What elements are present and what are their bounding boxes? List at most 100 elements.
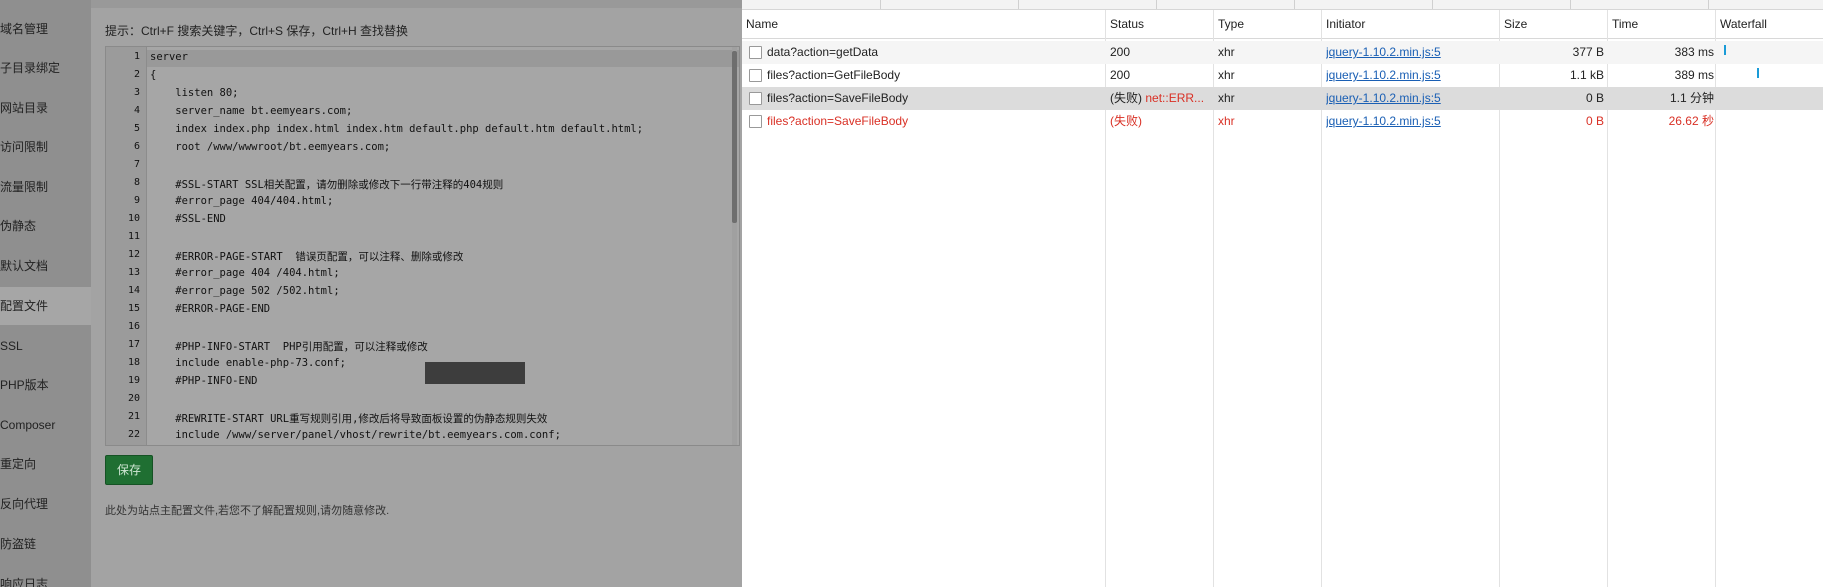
request-type: xhr [1218,91,1235,105]
line-number: 11 [127,231,140,242]
waterfall-bar [1724,45,1726,55]
sidebar-item-domain[interactable]: 域名管理 [0,10,91,48]
row-checkbox[interactable] [749,92,762,105]
sidebar-item-redirect[interactable]: 重定向 [0,445,91,483]
line-number: 21 [127,411,140,422]
request-size: 0 B [1585,114,1604,128]
request-time: 26.62 秒 [1668,114,1714,128]
request-row[interactable]: files?action=SaveFileBody (失败) net::ERR.… [742,87,1823,110]
request-type: xhr [1218,45,1235,59]
sidebar-item-default-doc[interactable]: 默认文档 [0,247,91,285]
sidebar-item-logs[interactable]: 响应日志 [0,565,91,587]
row-checkbox[interactable] [749,115,762,128]
request-size: 0 B [1585,91,1604,105]
code-line[interactable]: include enable-php-73.conf; [150,357,346,369]
line-number: 22 [127,429,140,440]
request-size: 377 B [1572,45,1604,59]
row-checkbox[interactable] [749,46,762,59]
settings-sidebar: 域名管理 子目录绑定 网站目录 访问限制 流量限制 伪静态 默认文档 配置文件 … [0,0,91,587]
column-initiator[interactable]: Initiator [1322,10,1500,38]
editor-scrollbar-thumb[interactable] [732,51,737,223]
code-line[interactable]: { [150,69,156,81]
line-number: 17 [127,339,140,350]
request-row[interactable]: data?action=getData 200 xhr jquery-1.10.… [742,41,1823,64]
site-settings-panel: 域名管理 子目录绑定 网站目录 访问限制 流量限制 伪静态 默认文档 配置文件 … [0,0,742,587]
line-number: 20 [127,393,140,404]
code-line[interactable]: #error_page 404 /404.html; [150,267,339,279]
line-number: 5 [133,123,140,134]
code-line[interactable]: server_name bt.eemyears.com; [150,105,352,117]
request-initiator[interactable]: jquery-1.10.2.min.js:5 [1326,87,1496,110]
save-button[interactable]: 保存 [105,455,153,485]
line-number: 4 [133,105,140,116]
config-main: 提示：Ctrl+F 搜索关键字，Ctrl+S 保存，Ctrl+H 查找替换 1s… [91,0,742,587]
sidebar-item-traffic[interactable]: 流量限制 [0,168,91,206]
sidebar-item-config[interactable]: 配置文件 [0,287,91,325]
line-number: 9 [133,195,140,206]
line-number: 14 [127,285,140,296]
code-line[interactable]: index index.php index.html index.htm def… [150,123,643,135]
code-line[interactable]: #error_page 502 /502.html; [150,285,339,297]
line-number: 6 [133,141,140,152]
request-status: 200 [1110,68,1131,82]
request-row[interactable]: files?action=SaveFileBody (失败) xhr jquer… [742,110,1823,133]
request-status: (失败) [1110,114,1142,128]
code-line[interactable]: #error_page 404/404.html; [150,195,333,207]
sidebar-item-site-dir[interactable]: 网站目录 [0,89,91,127]
sidebar-item-hotlink[interactable]: 防盗链 [0,525,91,563]
request-status-text: (失败) [1110,91,1142,105]
code-line[interactable]: #SSL-START SSL相关配置，请勿删除或修改下一行带注释的404规则 [150,177,503,192]
sidebar-item-access-limit[interactable]: 访问限制 [0,128,91,166]
code-line[interactable]: root /www/wwwroot/bt.eemyears.com; [150,141,390,153]
code-line[interactable]: #REWRITE-START URL重写规则引用,修改后将导致面板设置的伪静态规… [150,411,547,426]
line-number: 16 [127,321,140,332]
line-number: 13 [127,267,140,278]
sidebar-item-ssl[interactable]: SSL [0,327,91,365]
code-line[interactable]: #PHP-INFO-START PHP引用配置，可以注释或修改 [150,339,427,354]
column-status[interactable]: Status [1106,10,1214,38]
sidebar-item-php-version[interactable]: PHP版本 [0,366,91,404]
code-editor[interactable]: 1 server 2 {3 listen 80; 4 server_name bt.ee… [105,46,740,446]
sidebar-item-rewrite[interactable]: 伪静态 [0,207,91,245]
request-name: files?action=SaveFileBody [767,114,909,128]
code-line[interactable]: listen 80; [150,87,238,99]
request-status: (失败) net::ERR... [1110,87,1212,110]
line-number: 7 [133,159,140,170]
code-line[interactable]: include /www/server/panel/vhost/rewrite/… [150,429,561,441]
code-line[interactable]: server [150,51,188,63]
line-number: 2 [133,69,140,80]
top-strip [91,0,742,8]
request-initiator[interactable]: jquery-1.10.2.min.js:5 [1326,110,1496,133]
waterfall-bar [1757,68,1759,78]
column-name[interactable]: Name [742,10,1105,38]
current-line-highlight [106,50,739,67]
devtools-network-panel: Name Status Type Initiator Size Time Wat… [742,0,1823,587]
column-size[interactable]: Size [1500,10,1608,38]
column-time[interactable]: Time [1608,10,1716,38]
line-number: 18 [127,357,140,368]
line-number: 10 [127,213,140,224]
line-number: 8 [133,177,140,188]
request-status-error: net::ERR... [1145,91,1205,105]
devtools-toolbar [742,0,1823,10]
code-line[interactable]: #ERROR-PAGE-START 错误页配置，可以注释、删除或修改 [150,249,463,264]
sidebar-item-subdir[interactable]: 子目录绑定 [0,49,91,87]
code-line[interactable]: #PHP-INFO-END [150,375,257,387]
code-line[interactable]: #ERROR-PAGE-END [150,303,270,315]
line-number: 1 [133,51,140,62]
row-checkbox[interactable] [749,69,762,82]
request-initiator[interactable]: jquery-1.10.2.min.js:5 [1326,64,1496,87]
column-waterfall[interactable]: Waterfall [1716,10,1823,38]
line-number: 15 [127,303,140,314]
request-status: 200 [1110,45,1131,59]
column-type[interactable]: Type [1214,10,1320,38]
request-initiator[interactable]: jquery-1.10.2.min.js:5 [1326,41,1496,64]
network-table-header: Name Status Type Initiator Size Time Wat… [742,10,1823,39]
request-time: 1.1 分钟 [1669,91,1714,105]
sidebar-item-proxy[interactable]: 反向代理 [0,485,91,523]
code-line[interactable]: #SSL-END [150,213,226,225]
request-type: xhr [1218,68,1235,82]
request-type: xhr [1218,114,1235,128]
sidebar-item-composer[interactable]: Composer [0,406,91,444]
request-row[interactable]: files?action=GetFileBody 200 xhr jquery-… [742,64,1823,87]
